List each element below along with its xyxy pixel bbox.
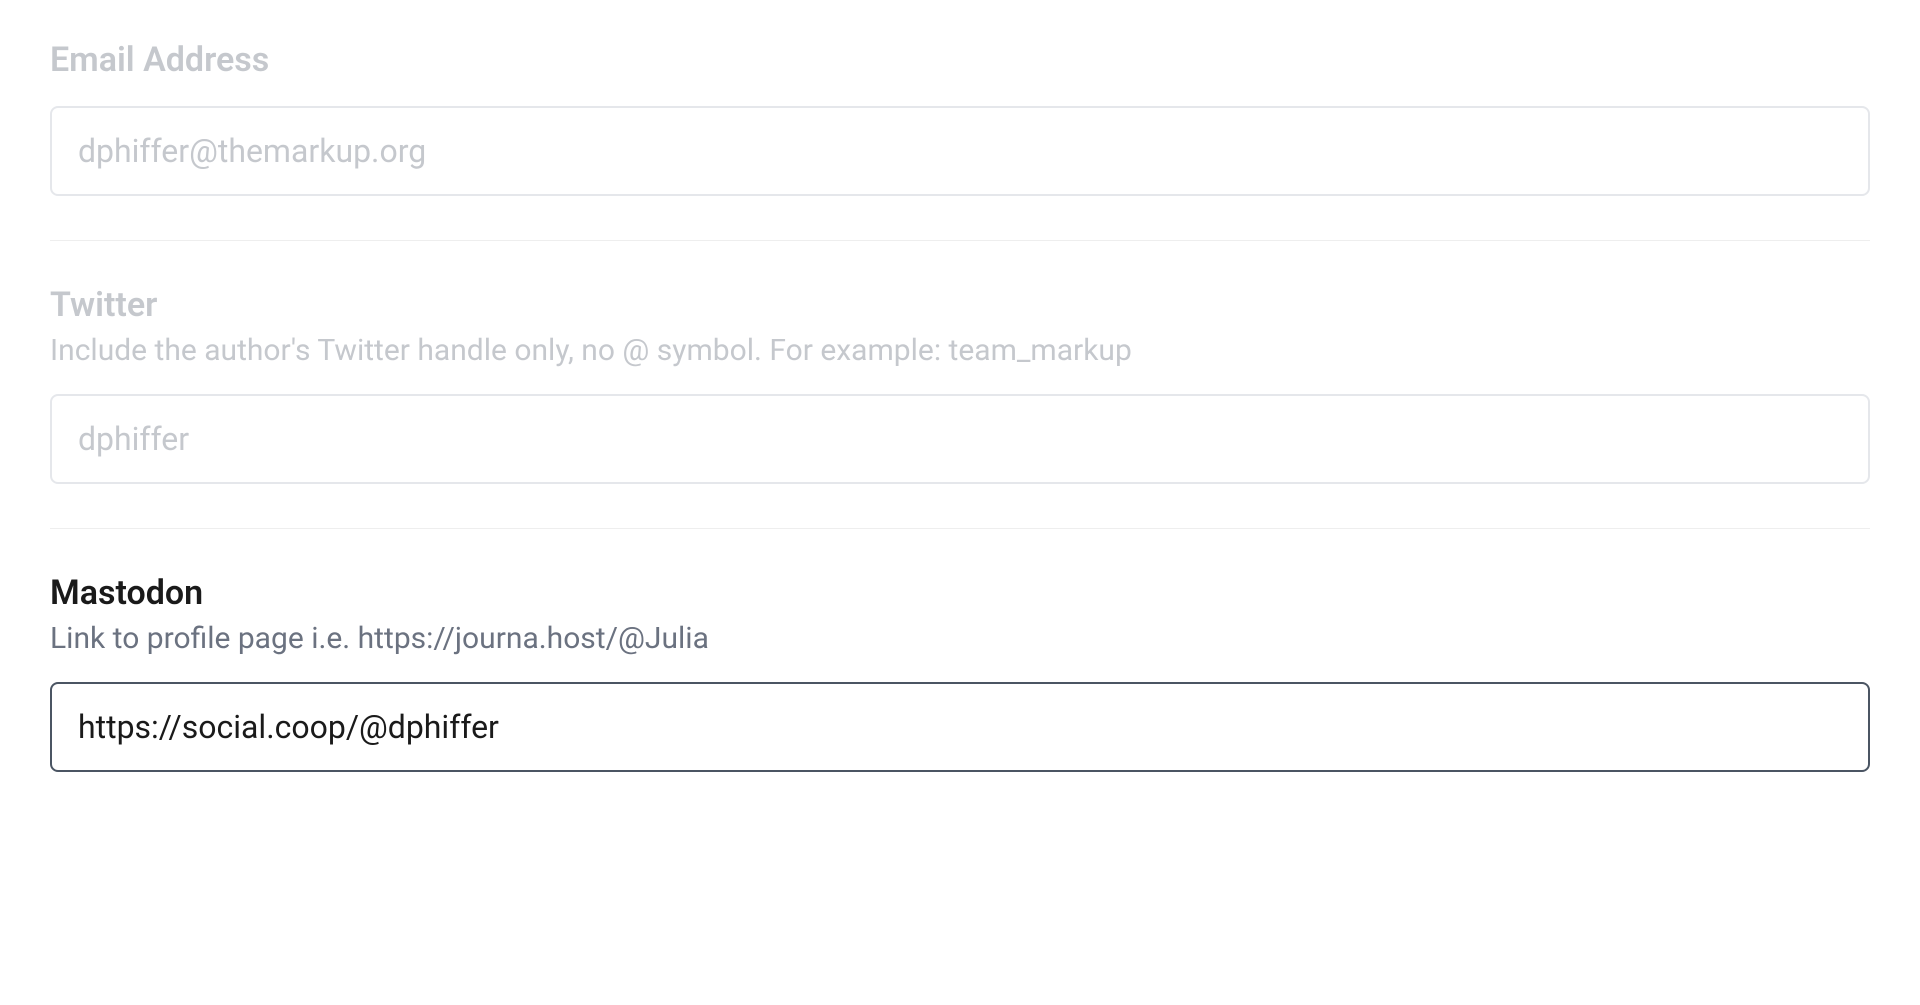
mastodon-help: Link to profile page i.e. https://journa… xyxy=(50,621,1870,656)
profile-form: Email Address Twitter Include the author… xyxy=(0,0,1920,816)
twitter-field-group: Twitter Include the author's Twitter han… xyxy=(50,285,1870,529)
twitter-field[interactable] xyxy=(50,394,1870,484)
email-field[interactable] xyxy=(50,106,1870,196)
email-label: Email Address xyxy=(50,40,1870,80)
mastodon-field-group: Mastodon Link to profile page i.e. https… xyxy=(50,573,1870,816)
email-field-group: Email Address xyxy=(50,40,1870,241)
twitter-label: Twitter xyxy=(50,285,1870,325)
mastodon-label: Mastodon xyxy=(50,573,1870,613)
twitter-help: Include the author's Twitter handle only… xyxy=(50,333,1870,368)
mastodon-field[interactable] xyxy=(50,682,1870,772)
